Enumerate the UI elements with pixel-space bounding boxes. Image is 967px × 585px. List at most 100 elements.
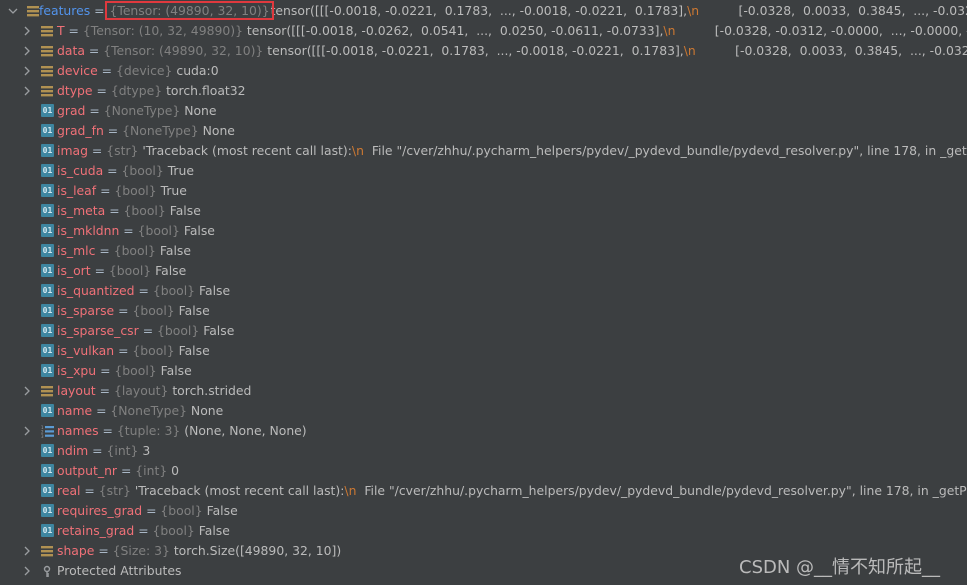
tree-row-real[interactable]: 01 real = {str} 'Traceback (most recent c… [0,481,967,501]
row-text: Protected Attributes [57,561,181,581]
equals-sign: = [105,203,124,218]
primitive-value-icon: 01 [41,484,54,497]
primitive-value-icon: 01 [41,444,54,457]
variable-value: False [159,243,191,258]
variable-name: is_mlc [57,243,96,258]
variable-type: {Tensor: (49890, 32, 10)} [105,1,274,20]
variable-name: Protected Attributes [57,563,182,578]
tree-row-is_cuda[interactable]: 01 is_cuda = {bool} True [0,161,967,181]
tree-row-grad[interactable]: 01 grad = {NoneType} None [0,101,967,121]
row-text: names = {tuple: 3} (None, None, None) [57,421,307,441]
equals-sign: = [134,523,153,538]
variable-value: False [160,363,192,378]
variable-name: dtype [57,83,93,98]
row-text: retains_grad = {bool} False [57,521,230,541]
equals-sign: = [103,123,123,138]
tree-row-is_ort[interactable]: 01 is_ort = {bool} False [0,261,967,281]
variable-name: is_leaf [57,183,97,198]
tree-row-is_quantized[interactable]: 01 is_quantized = {bool} False [0,281,967,301]
variable-value: File "/cver/zhhu/.pycharm_helpers/pydev/… [364,483,967,498]
chevron-right-icon[interactable] [22,541,32,561]
variable-name: is_vulkan [57,343,115,358]
tree-row-t[interactable]: T = {Tensor: (10, 32, 49890)} tensor([[[… [0,21,967,41]
variable-value: None [202,123,235,138]
chevron-right-icon[interactable] [22,561,32,581]
primitive-value-icon: 01 [41,304,54,317]
tree-row-names[interactable]: 1 2 3 names = {tuple: 3} (None, None, None) [0,421,967,441]
tree-row-features[interactable]: features = {Tensor: (49890, 32, 10)}tens… [0,1,967,21]
tree-row-is_xpu[interactable]: 01 is_xpu = {bool} False [0,361,967,381]
primitive-value-icon: 01 [41,344,54,357]
variable-type: {NoneType} [110,403,187,418]
variable-name: data [57,43,85,58]
equals-sign: = [95,243,114,258]
row-text: is_mkldnn = {bool} False [57,221,215,241]
chevron-right-icon[interactable] [22,81,32,101]
variable-value: None [190,403,224,418]
variable-name: grad [57,103,86,118]
equals-sign: = [94,543,113,558]
primitive-value-icon: 01 [41,284,54,297]
chevron-right-icon[interactable] [22,41,32,61]
tree-row-ndim[interactable]: 01 ndim = {int} 3 [0,441,967,461]
field-icon [41,64,54,77]
tree-row-is_meta[interactable]: 01 is_meta = {bool} False [0,201,967,221]
equals-sign: = [90,263,109,278]
variable-name: name [57,403,93,418]
tree-row-device[interactable]: device = {device} cuda:0 [0,61,967,81]
variable-type: {Tensor: (10, 32, 49890)} [82,23,243,38]
field-icon [41,44,54,57]
tree-row-requires_grad[interactable]: 01 requires_grad = {bool} False [0,501,967,521]
variable-value: tensor([[[-0.0018, -0.0221, 0.1783, ...,… [270,3,688,18]
chevron-right-icon[interactable] [22,421,32,441]
tree-row-is_mlc[interactable]: 01 is_mlc = {bool} False [0,241,967,261]
tree-row-is_mkldnn[interactable]: 01 is_mkldnn = {bool} False [0,221,967,241]
primitive-value-icon: 01 [41,104,54,117]
variable-value: torch.Size([49890, 32, 10]) [173,543,342,558]
variable-name: real [57,483,81,498]
tree-row-is_leaf[interactable]: 01 is_leaf = {bool} True [0,181,967,201]
chevron-right-icon[interactable] [22,21,32,41]
primitive-value-icon: 01 [41,204,54,217]
equals-sign: = [114,343,133,358]
equals-sign: = [92,83,111,98]
tree-row-is_sparse[interactable]: 01 is_sparse = {bool} False [0,301,967,321]
equals-sign: = [134,283,153,298]
variable-name: is_sparse_csr [57,323,139,338]
tree-row-data[interactable]: data = {Tensor: (49890, 32, 10)} tensor(… [0,41,967,61]
tree-row-dtype[interactable]: dtype = {dtype} torch.float32 [0,81,967,101]
variable-type: {NoneType} [103,103,181,118]
tree-row-name[interactable]: 01 name = {NoneType} None [0,401,967,421]
tree-row-grad_fn[interactable]: 01 grad_fn = {NoneType} None [0,121,967,141]
variable-value: False [155,263,187,278]
variable-value: 'Traceback (most recent call last): [142,143,352,158]
variable-value: cuda:0 [176,63,219,78]
chevron-right-icon[interactable] [22,61,32,81]
tree-row-retains_grad[interactable]: 01 retains_grad = {bool} False [0,521,967,541]
row-text: ndim = {int} 3 [57,441,150,461]
equals-sign: = [96,183,115,198]
chevron-down-icon[interactable] [8,1,18,21]
row-text: is_sparse_csr = {bool} False [57,321,234,341]
variable-type: {tuple: 3} [116,423,181,438]
equals-sign: = [64,23,83,38]
tree-row-layout[interactable]: layout = {layout} torch.strided [0,381,967,401]
variable-name: retains_grad [57,523,135,538]
chevron-right-icon[interactable] [22,381,32,401]
field-icon [41,384,54,397]
primitive-value-icon: 01 [41,364,54,377]
svg-text:3: 3 [41,434,44,438]
row-text: grad = {NoneType} None [57,101,217,121]
tree-row-output_nr[interactable]: 01 output_nr = {int} 0 [0,461,967,481]
equals-sign: = [103,163,122,178]
tree-row-is_sparse_csr[interactable]: 01 is_sparse_csr = {bool} False [0,321,967,341]
tree-row-imag[interactable]: 01 imag = {str} 'Traceback (most recent c… [0,141,967,161]
variable-value: tensor([[[-0.0018, -0.0262, 0.0541, ...,… [246,23,664,38]
newline-escape: \n [687,3,700,18]
equals-sign: = [85,103,104,118]
variable-value: True [167,163,195,178]
tree-row-is_vulkan[interactable]: 01 is_vulkan = {bool} False [0,341,967,361]
variable-value: [-0.0328, 0.0033, 0.3845, ..., -0.0328, … [738,3,967,18]
debugger-variables-tree: features = {Tensor: (49890, 32, 10)}tens… [0,1,967,581]
tuple-list-icon: 123 [41,424,54,439]
